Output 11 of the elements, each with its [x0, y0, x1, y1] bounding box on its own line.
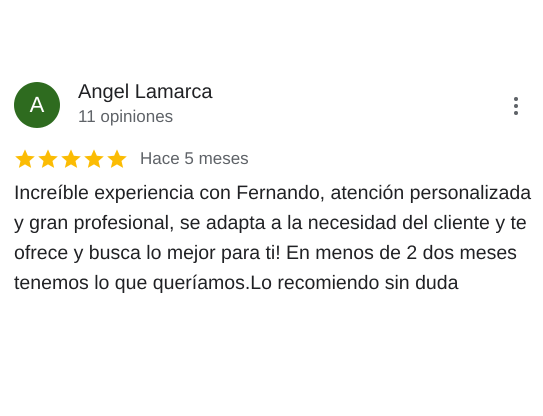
star-icon [60, 148, 82, 170]
star-icon [37, 148, 59, 170]
review-count: 11 opiniones [78, 106, 174, 128]
review-time: Hace 5 meses [140, 149, 249, 169]
review-text: Increíble experiencia con Fernando, atención personalizada y gran profesional, se adapta a la necesidad del cliente y te ofrece y busca lo mejor para ti! En menos de 2 dos meses tenemos lo que queríamos.Lo recomiendo sin duda [14, 181, 532, 296]
star-icon [106, 148, 128, 170]
more-icon[interactable] [513, 96, 519, 116]
avatar-letter: A [30, 92, 44, 118]
star-icon [14, 148, 36, 170]
author-name[interactable]: Angel Lamarca [78, 80, 513, 104]
star-icon [83, 148, 105, 170]
